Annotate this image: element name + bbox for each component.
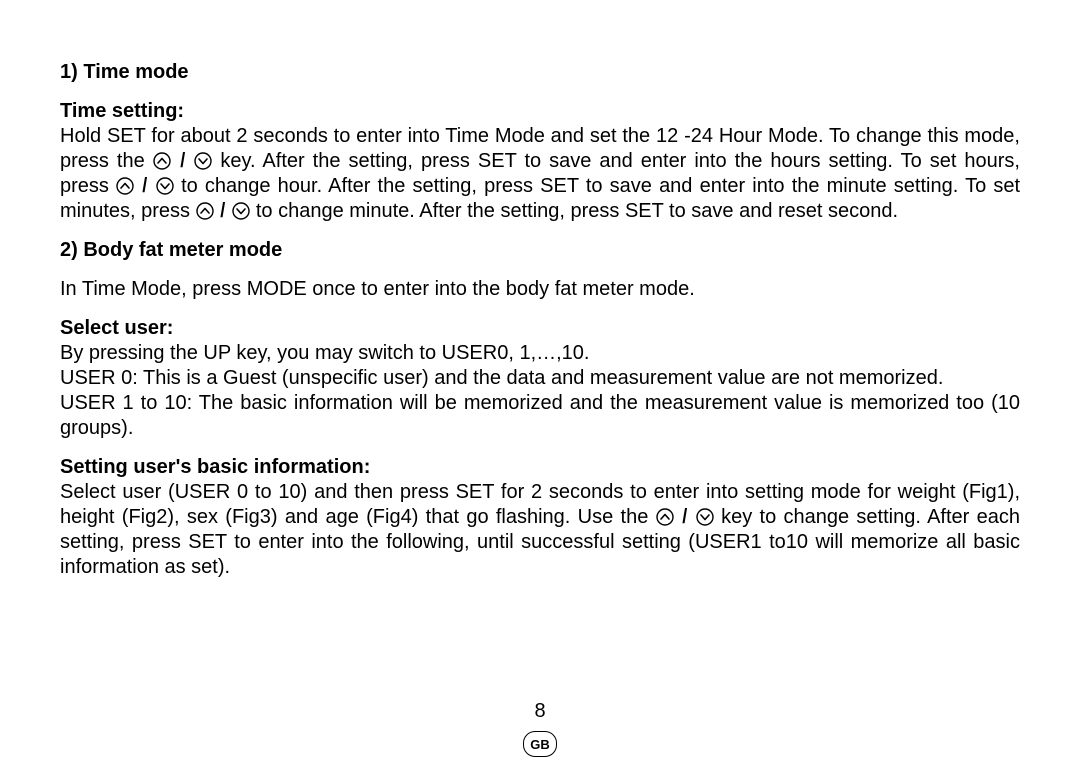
setting-user-info-paragraph: Setting user's basic information: Select… (60, 455, 1020, 580)
page-footer: 8 GB (0, 700, 1080, 757)
time-setting-paragraph: Time setting: Hold SET for about 2 secon… (60, 99, 1020, 224)
text-line: USER 0: This is a Guest (unspecific user… (60, 367, 943, 389)
section-1-heading: 1) Time mode (60, 60, 1020, 85)
page-number: 8 (0, 700, 1080, 723)
up-chevron-icon (656, 508, 674, 526)
document-page: 1) Time mode Time setting: Hold SET for … (0, 0, 1080, 580)
text-line: USER 1 to 10: The basic information will… (60, 392, 1020, 439)
up-chevron-icon (196, 202, 214, 220)
text-segment: to change minute. After the setting, pre… (250, 200, 898, 222)
time-setting-subheading: Time setting: (60, 100, 184, 122)
body-fat-intro: In Time Mode, press MODE once to enter i… (60, 277, 1020, 302)
up-down-key-icon: / (116, 175, 174, 197)
down-chevron-icon (194, 152, 212, 170)
up-down-key-icon: / (196, 200, 251, 222)
down-chevron-icon (156, 177, 174, 195)
down-chevron-icon (696, 508, 714, 526)
setting-user-info-subheading: Setting user's basic information: (60, 456, 370, 478)
up-down-key-icon: / (153, 150, 213, 172)
text-line: By pressing the UP key, you may switch t… (60, 342, 589, 364)
down-chevron-icon (232, 202, 250, 220)
up-chevron-icon (116, 177, 134, 195)
select-user-subheading: Select user: (60, 317, 173, 339)
up-chevron-icon (153, 152, 171, 170)
language-badge: GB (523, 731, 557, 757)
select-user-paragraph: Select user: By pressing the UP key, you… (60, 316, 1020, 441)
section-2-heading: 2) Body fat meter mode (60, 238, 1020, 263)
up-down-key-icon: / (656, 506, 714, 528)
